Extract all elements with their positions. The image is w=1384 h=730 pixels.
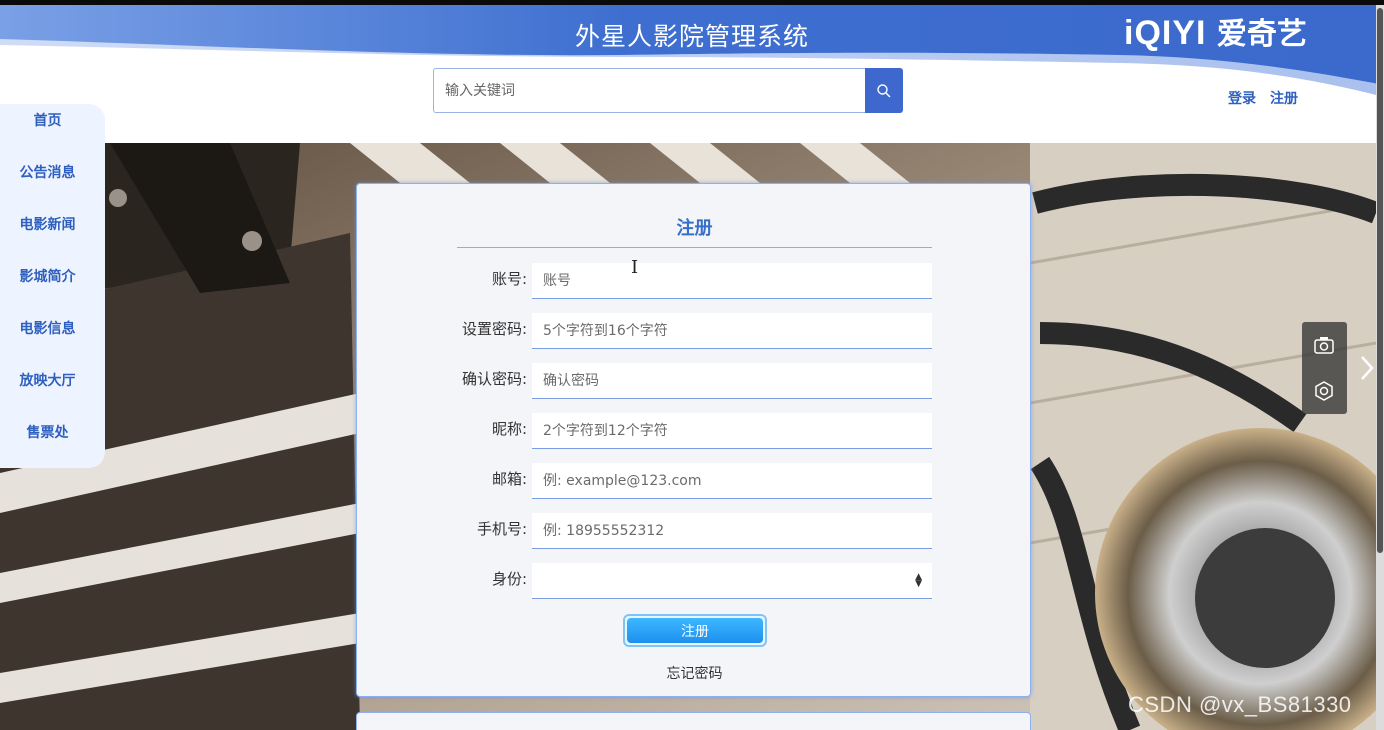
confirm-password-label: 确认密码: — [461, 370, 527, 388]
nav-item-movie-news[interactable]: 电影新闻 — [0, 214, 95, 234]
confirm-password-input[interactable] — [532, 363, 932, 399]
role-select[interactable]: ▲ ▼ — [532, 563, 932, 599]
chevron-right-icon[interactable] — [1358, 354, 1376, 382]
role-label: 身份: — [491, 570, 527, 588]
brand-latin: iQIYI — [1124, 14, 1207, 52]
nav-item-movie-info[interactable]: 电影信息 — [0, 318, 95, 338]
nav-item-announcements[interactable]: 公告消息 — [0, 162, 95, 182]
auth-links: 登录 注册 — [1228, 88, 1298, 108]
nav-item-ticket-office[interactable]: 售票处 — [0, 422, 95, 442]
select-caret-icon: ▲ ▼ — [915, 572, 922, 589]
side-navigation: 首页 公告消息 电影新闻 影城简介 电影信息 放映大厅 售票处 — [0, 104, 105, 468]
password-label: 设置密码: — [461, 320, 527, 338]
register-submit-button[interactable]: 注册 — [627, 618, 763, 643]
nav-item-cinema-intro[interactable]: 影城简介 — [0, 266, 95, 286]
search-button[interactable] — [865, 68, 903, 113]
forgot-password-link[interactable]: 忘记密码 — [357, 663, 1032, 683]
search-bar — [433, 68, 903, 113]
nickname-label: 昵称: — [491, 420, 527, 438]
nickname-input[interactable] — [532, 413, 932, 449]
lens-icon[interactable] — [1313, 380, 1335, 402]
login-link[interactable]: 登录 — [1228, 88, 1256, 108]
floating-toolbar — [1302, 322, 1347, 414]
camera-icon[interactable] — [1313, 334, 1335, 356]
text-cursor-icon: I — [631, 257, 639, 278]
title-divider — [457, 247, 932, 248]
register-panel: 注册 账号: 设置密码: 确认密码: 昵称: 邮箱: 手机号: 身份: ▲▼ 注… — [356, 183, 1031, 697]
account-input[interactable] — [532, 263, 932, 299]
email-input[interactable] — [532, 463, 932, 499]
password-input[interactable] — [532, 313, 932, 349]
nav-item-home[interactable]: 首页 — [0, 110, 95, 130]
site-header: 外星人影院管理系统 iQIYI 爱奇艺 登录 注册 — [0, 5, 1384, 143]
brand-cn: 爱奇艺 — [1216, 18, 1307, 51]
search-input[interactable] — [433, 68, 866, 113]
submit-button-frame: 注册 — [623, 614, 767, 647]
register-link[interactable]: 注册 — [1270, 88, 1298, 108]
phone-label: 手机号: — [476, 520, 527, 538]
nav-item-screening-halls[interactable]: 放映大厅 — [0, 370, 95, 390]
iqiyi-logo: iQIYI 爱奇艺 — [1124, 9, 1307, 53]
csdn-watermark: CSDN @vx_BS81330 — [1128, 692, 1352, 717]
account-label: 账号: — [491, 270, 527, 288]
search-icon — [877, 83, 891, 97]
email-label: 邮箱: — [491, 470, 527, 488]
register-title: 注册 — [676, 218, 713, 239]
scrollbar-thumb[interactable] — [1377, 8, 1383, 553]
secondary-panel — [356, 712, 1031, 730]
phone-input[interactable] — [532, 513, 932, 549]
